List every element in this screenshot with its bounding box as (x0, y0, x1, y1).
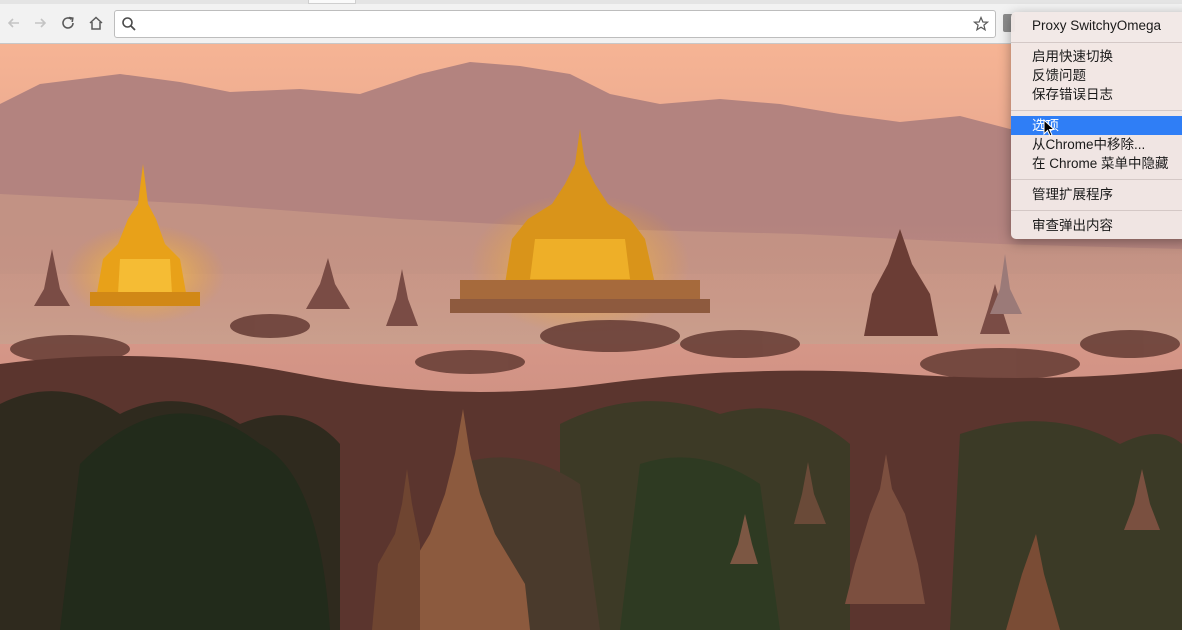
menu-item-remove-from-chrome[interactable]: 从Chrome中移除... (1011, 135, 1182, 154)
menu-separator (1011, 110, 1182, 111)
menu-item-inspect-popup[interactable]: 审查弹出内容 (1011, 216, 1182, 235)
back-button[interactable] (4, 13, 24, 33)
forward-button[interactable] (30, 13, 50, 33)
menu-item-save-error-log[interactable]: 保存错误日志 (1011, 85, 1182, 104)
menu-item-header[interactable]: Proxy SwitchyOmega (1011, 16, 1182, 35)
menu-item-hide-in-menu[interactable]: 在 Chrome 菜单中隐藏 (1011, 154, 1182, 173)
address-bar[interactable] (114, 10, 996, 38)
reload-button[interactable] (58, 13, 78, 33)
menu-item-quick-switch[interactable]: 启用快速切换 (1011, 47, 1182, 66)
search-icon (122, 17, 136, 31)
menu-item-options[interactable]: 选项 (1011, 116, 1182, 135)
menu-item-manage-extensions[interactable]: 管理扩展程序 (1011, 185, 1182, 204)
arrow-right-icon (35, 18, 47, 28)
reload-icon (62, 16, 74, 29)
menu-separator (1011, 210, 1182, 211)
wallpaper-landscape (0, 44, 1182, 630)
menu-separator (1011, 42, 1182, 43)
star-icon[interactable] (973, 16, 989, 32)
extension-context-menu: Proxy SwitchyOmega 启用快速切换 反馈问题 保存错误日志 选项… (1011, 12, 1182, 239)
mouse-pointer-icon (1043, 119, 1055, 137)
tab-strip (0, 0, 1182, 4)
home-icon (89, 16, 103, 30)
menu-separator (1011, 179, 1182, 180)
address-input[interactable] (141, 14, 965, 36)
arrow-left-icon (7, 18, 19, 28)
browser-toolbar (0, 0, 1182, 44)
foreground-trees (0, 391, 1182, 630)
tab-edge[interactable] (308, 0, 356, 4)
home-button[interactable] (86, 13, 106, 33)
menu-item-feedback[interactable]: 反馈问题 (1011, 66, 1182, 85)
